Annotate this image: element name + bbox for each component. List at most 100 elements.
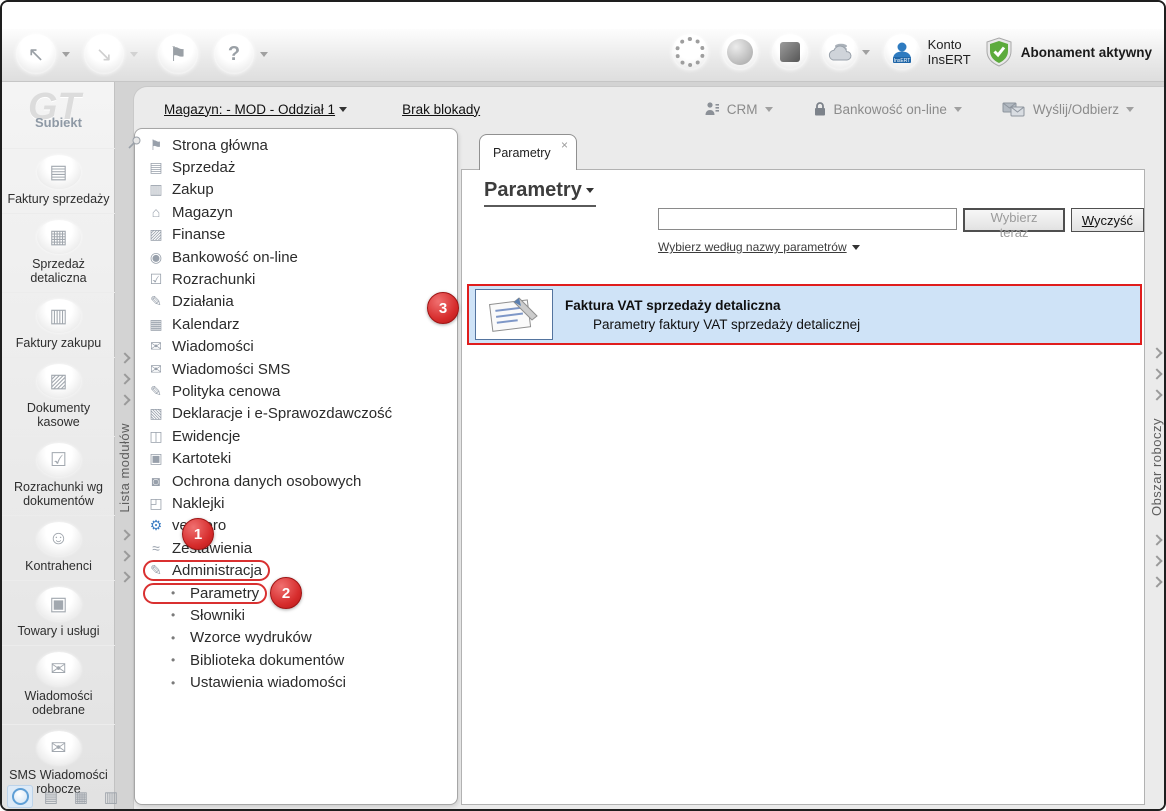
cloud-dropdown-icon[interactable] bbox=[861, 49, 870, 55]
module-tree-item[interactable]: • ▦ Kalendarz bbox=[143, 313, 453, 335]
module-tree-item[interactable]: • ✎ Administracja bbox=[143, 559, 453, 582]
sidebar-module-button[interactable]: ✉ Wiadomości odebrane bbox=[2, 645, 115, 724]
toolbar: ↖ ↘ ⚑ ? InsERT Konto InsERT Abonament ak… bbox=[2, 29, 1164, 82]
sidebar-module-label: Wiadomości odebrane bbox=[24, 689, 93, 717]
tree-item-label: Ustawienia wiadomości bbox=[190, 674, 346, 692]
module-tree-item[interactable]: • ◰ Naklejki bbox=[143, 492, 453, 514]
mini-module-icon[interactable] bbox=[7, 785, 33, 808]
tree-item-icon: ⚙ bbox=[149, 517, 163, 534]
module-tree-item[interactable]: • • Biblioteka dokumentów bbox=[143, 649, 453, 671]
crm-person-icon bbox=[705, 102, 719, 115]
help-dropdown-icon[interactable] bbox=[260, 51, 268, 57]
magazyn-dropdown-icon bbox=[339, 106, 348, 112]
tree-item-icon: ◰ bbox=[149, 494, 163, 511]
tree-item-label: Słowniki bbox=[190, 606, 246, 624]
forward-button[interactable]: ↘ bbox=[84, 34, 124, 74]
tree-item-icon: ◙ bbox=[151, 473, 161, 490]
tree-item-label: Wiadomości bbox=[172, 338, 254, 356]
module-tree-item[interactable]: • ▥ Zakup bbox=[143, 179, 453, 201]
sidebar-module-button[interactable]: ▥ Faktury zakupu bbox=[2, 292, 115, 357]
pushpin-icon[interactable] bbox=[127, 135, 142, 150]
send-dropdown-icon bbox=[1126, 106, 1134, 112]
help-button[interactable]: ? bbox=[214, 34, 254, 74]
cloud-glyph bbox=[828, 43, 852, 61]
clear-button[interactable]: Wyczyść bbox=[1070, 208, 1144, 232]
filter-dropdown-icon bbox=[851, 244, 860, 250]
tree-item-label: Deklaracje i e-Sprawozdawczość bbox=[172, 405, 393, 423]
crm-button[interactable]: CRM bbox=[704, 101, 773, 117]
module-tree-item[interactable]: • • Słowniki bbox=[143, 604, 453, 626]
konto-label-line2: InsERT bbox=[927, 52, 971, 67]
module-list-strip[interactable]: Lista modułów bbox=[115, 130, 134, 805]
choose-now-button[interactable]: Wybierz teraz bbox=[963, 208, 1065, 240]
module-tree-item[interactable]: • ▤ Sprzedaż bbox=[143, 156, 453, 178]
module-tree-item[interactable]: • • Ustawienia wiadomości bbox=[143, 671, 453, 693]
filter-by-name-link[interactable]: Wybierz według nazwy parametrów bbox=[658, 240, 860, 254]
page-title[interactable]: Parametry bbox=[484, 179, 596, 207]
module-tree-item[interactable]: • ◙ Ochrona danych osobowych bbox=[143, 470, 453, 492]
mini-module-icon[interactable]: ▦ bbox=[69, 786, 93, 807]
cloud-database-icon[interactable] bbox=[821, 34, 858, 70]
chevron-right-icon bbox=[118, 529, 131, 541]
tab-parametry[interactable]: Parametry × bbox=[479, 134, 577, 170]
sidebar-module-button[interactable]: ▨ Dokumenty kasowe bbox=[2, 357, 115, 436]
tree-item-label: Działania bbox=[172, 293, 234, 311]
svg-text:InsERT: InsERT bbox=[893, 58, 910, 64]
module-tree-item[interactable]: • ⌂ Magazyn bbox=[143, 201, 453, 223]
tree-item-icon: ⌂ bbox=[151, 204, 161, 221]
magazyn-selector[interactable]: Magazyn: - MOD - Oddział 1 bbox=[164, 102, 348, 117]
konto-insert-button[interactable]: InsERT Konto InsERT bbox=[883, 34, 971, 70]
back-dropdown-icon[interactable] bbox=[62, 51, 70, 57]
abonament-status[interactable]: Abonament aktywny bbox=[985, 37, 1152, 67]
chevron-right-icon bbox=[1150, 347, 1163, 360]
workspace-strip[interactable]: Obszar roboczy bbox=[1147, 130, 1164, 805]
module-tree-item[interactable]: • ◉ Bankowość on-line bbox=[143, 246, 453, 268]
tree-item-icon: ◉ bbox=[149, 248, 163, 265]
module-tree-item[interactable]: • ◫ Ewidencje bbox=[143, 425, 453, 447]
module-tree-item[interactable]: • ✎ Polityka cenowa bbox=[143, 380, 453, 402]
sidebar-module-icon: ✉ bbox=[36, 652, 81, 686]
tab-close-icon[interactable]: × bbox=[561, 138, 568, 152]
sidebar-module-label: Dokumenty kasowe bbox=[26, 401, 91, 429]
module-tree-item[interactable]: • ▧ Deklaracje i e-Sprawozdawczość bbox=[143, 403, 453, 425]
sidebar-module-button[interactable]: ☺ Kontrahenci bbox=[2, 515, 115, 580]
globe-icon[interactable] bbox=[721, 34, 758, 70]
tree-item-icon: ▦ bbox=[149, 315, 163, 332]
module-tree-item[interactable]: • ⚑ Strona główna bbox=[143, 134, 453, 156]
sidebar-module-icon: ☑ bbox=[36, 443, 81, 477]
flag-button[interactable]: ⚑ bbox=[158, 34, 198, 74]
tab-label: Parametry bbox=[493, 146, 551, 160]
sidebar-module-button[interactable]: ☑ Rozrachunki wg dokumentów bbox=[2, 436, 115, 515]
module-tree-item[interactable]: • ☑ Rozrachunki bbox=[143, 268, 453, 290]
sidebar-module-button[interactable]: ▣ Towary i usługi bbox=[2, 580, 115, 645]
send-receive-button[interactable]: Wyślij/Odbierz bbox=[1002, 101, 1134, 118]
sync-spinner-icon[interactable] bbox=[671, 34, 708, 70]
sidebar-module-icon: ✉ bbox=[36, 731, 81, 765]
tree-item-label: Bankowość on-line bbox=[172, 248, 298, 266]
module-tree-item[interactable]: • ✎ Działania bbox=[143, 291, 453, 313]
module-tree-item[interactable]: • ✉ Wiadomości bbox=[143, 336, 453, 358]
lock-status-link[interactable]: Brak blokady bbox=[402, 102, 480, 117]
tree-item-icon: ≈ bbox=[152, 540, 160, 557]
result-item-faktura-vat[interactable]: Faktura VAT sprzedaży detaliczna Paramet… bbox=[467, 284, 1142, 345]
callout-2: 2 bbox=[270, 577, 302, 609]
sidebar-module-button[interactable]: ▤ Faktury sprzedaży bbox=[2, 148, 115, 213]
tree-item-label: Wzorce wydruków bbox=[190, 629, 312, 647]
mini-module-icon[interactable]: ▤ bbox=[39, 786, 63, 807]
chevron-right-icon bbox=[118, 352, 131, 364]
module-tree-item[interactable]: • ▣ Kartoteki bbox=[143, 447, 453, 469]
sidebar-module-label: Sprzedaż detaliczna bbox=[30, 257, 87, 285]
module-tree-item[interactable]: • ✉ Wiadomości SMS bbox=[143, 358, 453, 380]
back-button[interactable]: ↖ bbox=[16, 34, 56, 74]
parameter-search-input[interactable] bbox=[658, 208, 958, 230]
banking-button[interactable]: Bankowość on-line bbox=[813, 101, 962, 117]
tree-item-label: Kartoteki bbox=[172, 450, 232, 468]
result-subtitle: Parametry faktury VAT sprzedaży detalicz… bbox=[593, 316, 861, 332]
tree-item-icon: ▣ bbox=[149, 450, 163, 467]
sidebar-module-button[interactable]: ▦ Sprzedaż detaliczna bbox=[2, 213, 115, 292]
bullet-icon: • bbox=[171, 608, 176, 623]
bullet-icon: • bbox=[171, 630, 176, 645]
module-tree-item[interactable]: • ▨ Finanse bbox=[143, 224, 453, 246]
cube-icon[interactable] bbox=[771, 34, 808, 70]
module-tree-item[interactable]: • • Wzorce wydruków bbox=[143, 627, 453, 649]
